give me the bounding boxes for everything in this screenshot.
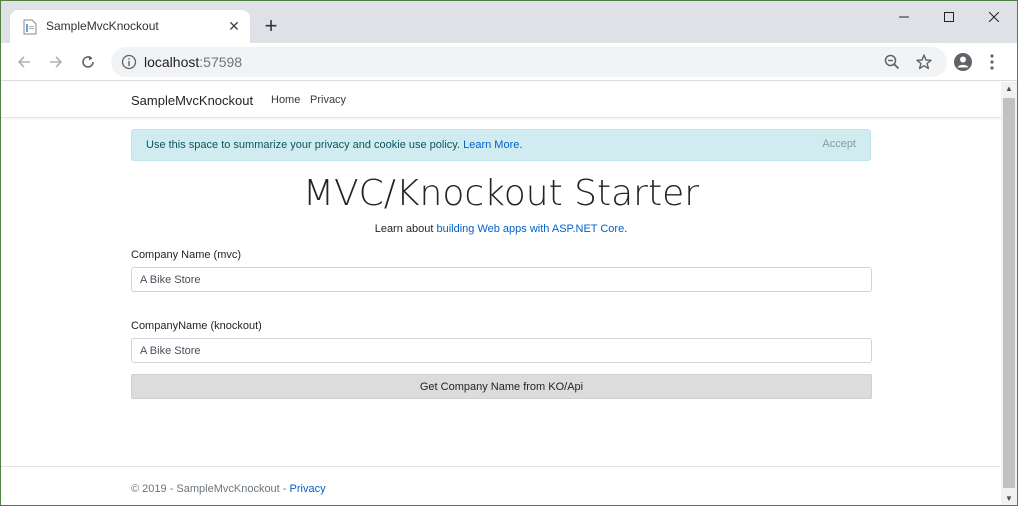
arrow-left-icon [17, 56, 30, 68]
nav-link-privacy[interactable]: Privacy [310, 94, 346, 106]
nav-link-home[interactable]: Home [271, 94, 300, 106]
tab-strip: SampleMvcKnockout ✕ + [1, 1, 1017, 43]
close-window-button[interactable] [971, 3, 1017, 31]
reload-button[interactable] [77, 51, 99, 73]
url-host: localhost [144, 54, 200, 70]
address-bar[interactable]: localhost:57598 [111, 47, 947, 77]
maximize-icon [944, 12, 954, 22]
lead-prefix: Learn about [374, 223, 437, 235]
bookmark-star-icon[interactable] [915, 53, 933, 71]
scroll-thumb[interactable] [1003, 98, 1015, 488]
url-port: :57598 [199, 54, 243, 70]
company-name-knockout-label: CompanyName (knockout) [131, 320, 262, 332]
company-name-knockout-input[interactable] [131, 338, 872, 363]
more-menu-icon[interactable] [989, 53, 995, 71]
accept-cookies-button[interactable]: Accept [822, 138, 856, 150]
site-footer: © 2019 - SampleMvcKnockout - Privacy [1, 466, 1001, 505]
lead-suffix: . [624, 223, 628, 235]
minimize-icon [899, 16, 909, 18]
lead-text: Learn about building Web apps with ASP.N… [1, 223, 1001, 235]
back-button[interactable] [13, 51, 35, 73]
new-tab-button[interactable]: + [261, 15, 281, 37]
tab-close-icon[interactable]: ✕ [226, 18, 242, 34]
minimize-button[interactable] [881, 3, 927, 31]
company-name-mvc-input[interactable] [131, 267, 872, 292]
aspnet-docs-link[interactable]: building Web apps with ASP.NET Core [436, 223, 624, 235]
browser-toolbar: localhost:57598 [1, 43, 1017, 81]
zoom-out-icon[interactable] [883, 53, 901, 71]
page-icon [23, 19, 37, 35]
forward-button[interactable] [45, 51, 67, 73]
footer-copyright: © 2019 - SampleMvcKnockout - [131, 483, 290, 495]
page-viewport: SampleMvcKnockout Home Privacy Use this … [1, 82, 1001, 505]
browser-window: SampleMvcKnockout ✕ + localhost:57598 Sa… [0, 0, 1018, 506]
company-name-mvc-label: Company Name (mvc) [131, 249, 242, 261]
browser-tab[interactable]: SampleMvcKnockout ✕ [10, 10, 250, 43]
tab-title: SampleMvcKnockout [46, 19, 159, 33]
url-text[interactable]: localhost:57598 [144, 54, 242, 70]
site-brand-link[interactable]: SampleMvcKnockout [131, 93, 253, 108]
info-icon[interactable] [121, 54, 137, 70]
close-icon [989, 12, 999, 22]
footer-text: © 2019 - SampleMvcKnockout - Privacy [131, 483, 326, 495]
scroll-up-arrow-icon[interactable]: ▲ [1001, 82, 1017, 96]
get-company-name-button[interactable]: Get Company Name from KO/Api [131, 374, 872, 399]
profile-avatar-icon[interactable] [953, 52, 973, 72]
reload-icon [82, 55, 94, 68]
scroll-down-arrow-icon[interactable]: ▼ [1001, 492, 1017, 505]
cookie-consent-alert: Use this space to summarize your privacy… [131, 129, 871, 161]
maximize-button[interactable] [926, 3, 972, 31]
page-title: MVC/Knockout Starter [302, 173, 700, 214]
cookie-consent-text: Use this space to summarize your privacy… [146, 139, 522, 151]
site-navbar: SampleMvcKnockout Home Privacy [1, 82, 1001, 118]
cookie-consent-message: Use this space to summarize your privacy… [146, 139, 461, 151]
arrow-right-icon [50, 56, 63, 68]
footer-privacy-link[interactable]: Privacy [290, 483, 326, 495]
vertical-scrollbar[interactable]: ▲ ▼ [1001, 82, 1017, 505]
cookie-consent-period: . [519, 139, 523, 151]
learn-more-link[interactable]: Learn More [463, 139, 519, 151]
